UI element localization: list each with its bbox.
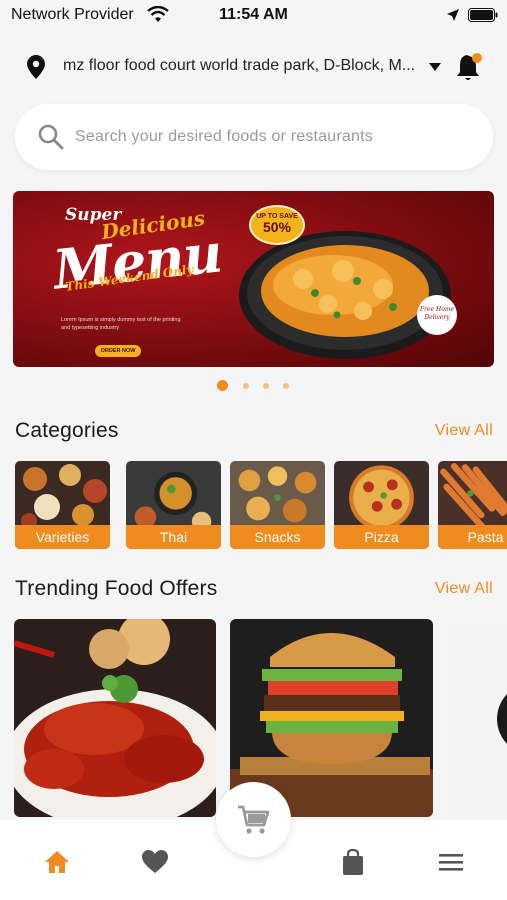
home-icon[interactable] [43, 848, 71, 876]
categories-view-all-link[interactable]: View All [435, 422, 493, 440]
menu-icon[interactable] [437, 848, 465, 876]
delivery-address[interactable]: mz floor food court world trade park, D-… [63, 57, 419, 75]
carousel-dot-active[interactable] [217, 380, 228, 391]
category-card-snacks[interactable]: Snacks [230, 461, 325, 549]
heart-icon[interactable] [141, 848, 169, 876]
carousel-indicator [0, 380, 507, 392]
category-card-thai[interactable]: Thai [126, 461, 221, 549]
crab-dish-image [14, 619, 216, 817]
discount-badge: UP TO SAVE 50% [249, 205, 305, 245]
location-bar[interactable]: mz floor food court world trade park, D-… [0, 48, 507, 86]
offer-card-partial[interactable] [447, 619, 507, 817]
clock: 11:54 AM [219, 6, 288, 23]
category-card-pizza[interactable]: Pizza [334, 461, 429, 549]
category-label: Varieties [15, 525, 110, 549]
categories-title: Categories [15, 419, 119, 442]
status-bar: Network Provider 11:54 AM [0, 0, 507, 32]
cart-button[interactable] [216, 782, 291, 857]
notification-bell-icon[interactable] [455, 52, 483, 82]
trending-title: Trending Food Offers [15, 577, 218, 600]
free-delivery-badge: Free Home Delivery [417, 295, 457, 335]
shopping-bag-icon[interactable] [339, 848, 367, 876]
category-label: Thai [126, 525, 221, 549]
category-label: Snacks [230, 525, 325, 549]
carousel-dot[interactable] [283, 383, 289, 389]
battery-icon [468, 8, 498, 22]
chevron-down-icon[interactable] [428, 62, 442, 72]
banner-order-button[interactable]: ORDER NOW [95, 345, 141, 357]
cart-icon [238, 805, 270, 834]
trending-view-all-link[interactable]: View All [435, 580, 493, 598]
category-label: Pizza [334, 525, 429, 549]
category-label: Pasta [438, 525, 507, 549]
carousel-dot[interactable] [263, 383, 269, 389]
search-icon [38, 124, 64, 150]
offer-partial-image [447, 619, 507, 817]
map-pin-icon [27, 55, 45, 79]
category-card-pasta[interactable]: Pasta [438, 461, 507, 549]
promo-banner[interactable]: Super Delicious Menu This Weekend Only L… [13, 191, 494, 367]
category-list: Varieties Thai Snacks Pizza Pasta [15, 461, 507, 549]
search-input[interactable]: Search your desired foods or restaurants [75, 128, 373, 146]
search-bar[interactable]: Search your desired foods or restaurants [15, 104, 493, 170]
location-arrow-icon [447, 9, 459, 21]
offer-card-crab[interactable] [14, 619, 216, 817]
carousel-dot[interactable] [243, 383, 249, 389]
category-card-varieties[interactable]: Varieties [15, 461, 110, 549]
discount-badge-big: 50% [262, 219, 292, 235]
banner-body-text: Lorem Ipsum is simply dummy text of the … [61, 317, 181, 331]
